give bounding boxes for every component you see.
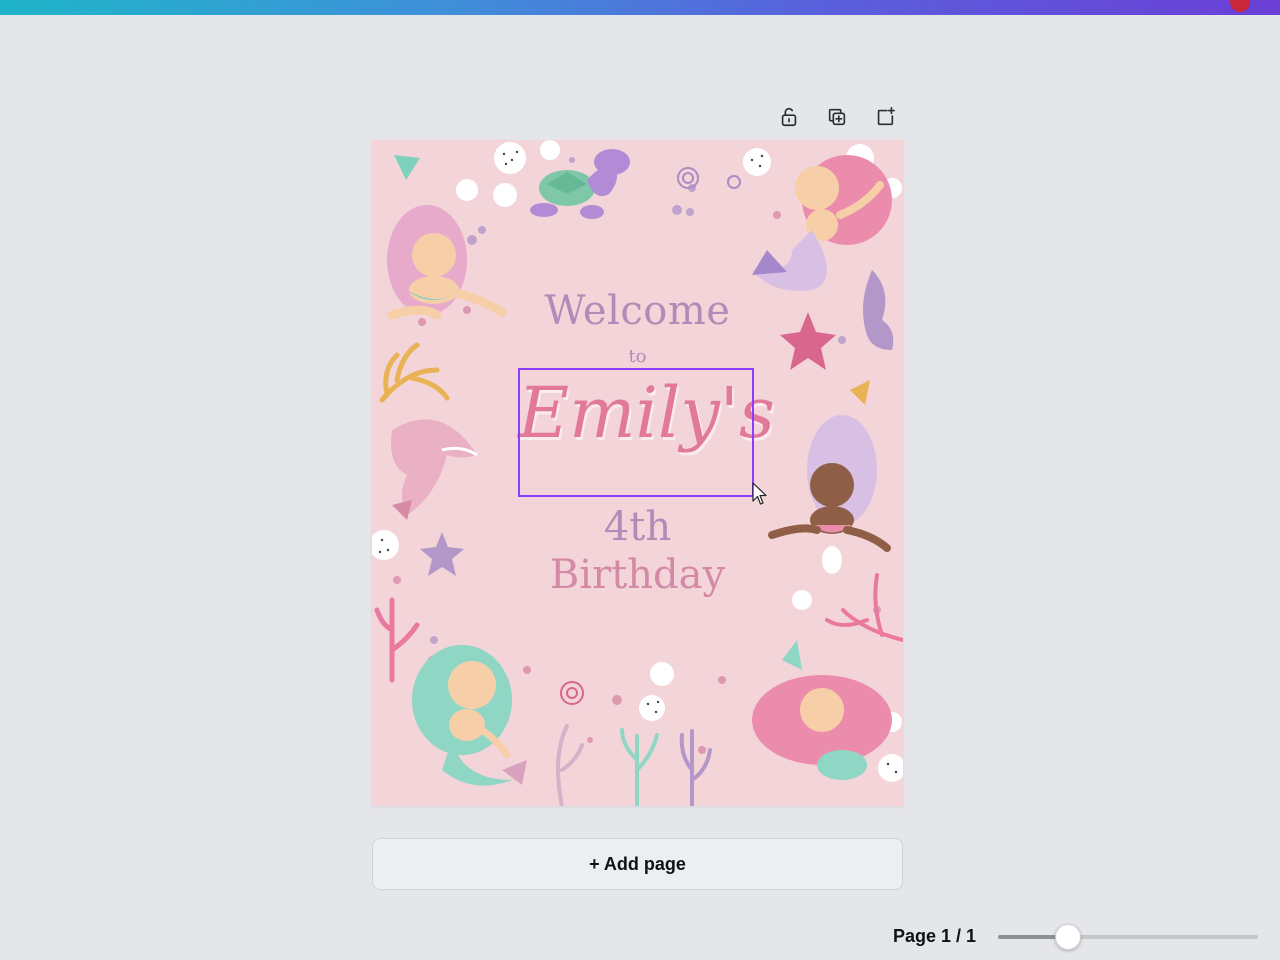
duplicate-page-button[interactable] — [820, 100, 854, 134]
to-text[interactable]: to — [372, 346, 903, 367]
welcome-text[interactable]: Welcome — [372, 288, 903, 334]
duplicate-page-icon — [828, 108, 846, 126]
selection-box[interactable] — [518, 368, 754, 497]
unlock-icon — [781, 107, 797, 127]
lock-page-button[interactable] — [772, 100, 806, 134]
page-toolbar — [772, 100, 902, 134]
zoom-slider-handle[interactable] — [1055, 924, 1082, 950]
zoom-slider[interactable] — [998, 924, 1258, 950]
design-canvas[interactable]: Welcome to Emily's 4th Birthday — [372, 140, 903, 806]
mouse-cursor-icon — [752, 482, 767, 505]
page-indicator[interactable]: Page 1 / 1 — [893, 926, 976, 947]
birthday-text[interactable]: Birthday — [372, 552, 903, 598]
editor-top-bar — [0, 0, 1280, 15]
add-page-icon — [877, 107, 895, 126]
add-page-toolbar-button[interactable] — [868, 100, 902, 134]
notification-badge[interactable] — [1230, 0, 1250, 12]
age-text[interactable]: 4th — [372, 504, 903, 550]
add-page-button[interactable]: + Add page — [372, 838, 903, 890]
